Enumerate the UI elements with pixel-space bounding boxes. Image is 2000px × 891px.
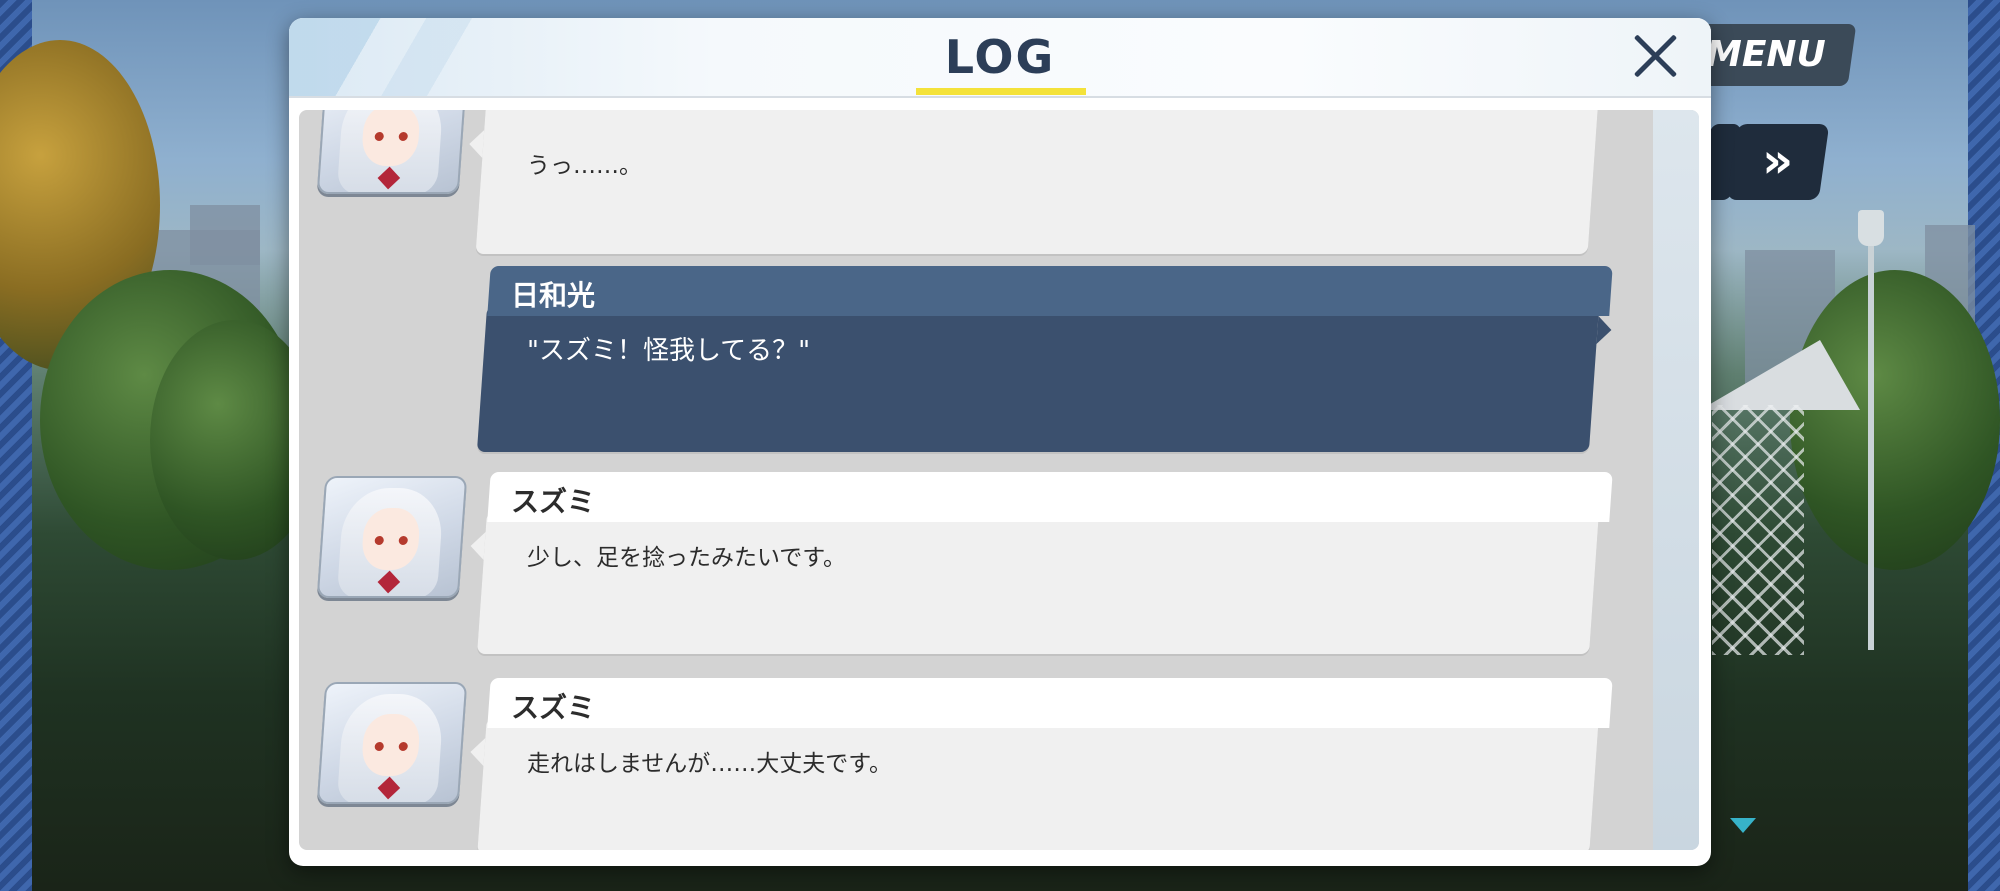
gazebo-roof — [1700, 340, 1860, 410]
title-underline — [916, 88, 1086, 95]
message-text: 少し、足を捻ったみたいです。 — [527, 545, 847, 571]
log-title: LOG — [944, 30, 1056, 84]
tree — [1790, 270, 2000, 570]
character-avatar — [316, 110, 468, 194]
next-indicator-icon — [1730, 818, 1756, 833]
log-list[interactable]: うっ……。 日和光 "スズミ！怪我してる？" スズミ 少し、足を捻ったみたいです… — [299, 110, 1699, 850]
message-bubble — [469, 512, 1599, 654]
close-icon[interactable] — [1631, 32, 1679, 80]
message-text: うっ……。 — [527, 153, 642, 179]
message-bubble — [468, 110, 1601, 254]
speaker-name: スズミ — [511, 485, 596, 518]
log-panel: LOG うっ……。 日和光 "スズミ！怪我してる？" スズミ 少し、足を捻ったみ… — [289, 18, 1711, 866]
gazebo-lattice — [1712, 405, 1804, 655]
menu-button[interactable]: MENU — [1685, 24, 1857, 86]
street-lamp-head — [1858, 210, 1884, 246]
speaker-name-bar — [487, 472, 1613, 522]
character-avatar — [316, 476, 468, 598]
message-text: "スズミ！怪我してる？" — [527, 336, 811, 366]
street-lamp — [1868, 230, 1874, 650]
menu-button-label: MENU — [1706, 34, 1826, 75]
speaker-name: 日和光 — [511, 279, 596, 312]
background-building — [190, 205, 260, 265]
speaker-name-bar — [487, 678, 1613, 728]
message-text: 走れはしませんが……大丈夫です。 — [527, 751, 893, 777]
message-bubble — [469, 718, 1599, 850]
speaker-name-bar — [487, 266, 1613, 316]
skip-button[interactable]: » — [1726, 124, 1830, 200]
speaker-name: スズミ — [511, 691, 596, 724]
log-header: LOG — [289, 18, 1711, 98]
character-avatar — [316, 682, 468, 804]
fast-forward-icon: » — [1762, 133, 1794, 189]
message-bubble — [476, 306, 1613, 452]
